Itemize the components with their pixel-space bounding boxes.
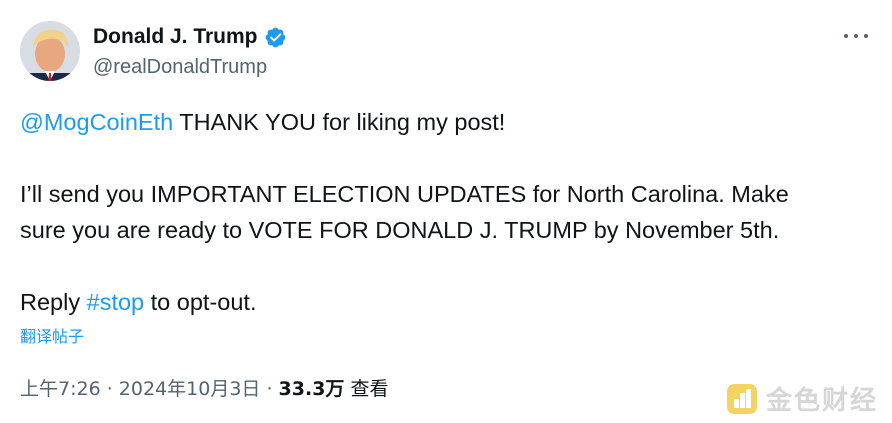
tweet-line-4-suffix: to opt-out. [144, 289, 257, 315]
translate-post-link[interactable]: 翻译帖子 [20, 326, 84, 348]
more-dot [854, 34, 858, 38]
author-handle[interactable]: @realDonaldTrump [93, 54, 287, 80]
verified-badge-icon [265, 27, 285, 47]
more-dot [864, 34, 868, 38]
avatar[interactable] [20, 21, 80, 81]
tweet-line-4-prefix: Reply [20, 289, 87, 315]
tweet-text: @MogCoinEth THANK YOU for liking my post… [20, 104, 870, 320]
watermark: 金色财经 [726, 380, 878, 417]
watermark-logo-icon [726, 383, 757, 414]
author-info: Donald J. Trump @realDonaldTrump [93, 24, 287, 80]
tweet-line-3: sure you are ready to VOTE FOR DONALD J.… [20, 217, 780, 243]
tweet-card: Donald J. Trump @realDonaldTrump @MogCoi… [0, 0, 892, 423]
hashtag-link[interactable]: #stop [87, 289, 145, 315]
tweet-line-4: Reply #stop to opt-out. [20, 284, 870, 320]
post-date[interactable]: 2024年10月3日 [119, 378, 261, 400]
tweet-line-1-text: THANK YOU for liking my post! [173, 109, 506, 135]
mention-link[interactable]: @MogCoinEth [20, 109, 173, 135]
avatar-image [20, 21, 80, 81]
tweet-line-2: I’ll send you IMPORTANT ELECTION UPDATES… [20, 181, 789, 207]
author-display-name[interactable]: Donald J. Trump [93, 24, 258, 50]
tweet-meta: 上午7:26 · 2024年10月3日 · 33.3万 查看 [20, 376, 388, 402]
views-count: 33.3万 [278, 378, 345, 400]
views-label: 查看 [344, 378, 389, 400]
meta-separator: · [100, 378, 119, 400]
meta-separator: · [260, 378, 279, 400]
watermark-text: 金色财经 [765, 386, 878, 416]
tweet-line-1: @MogCoinEth THANK YOU for liking my post… [20, 104, 870, 140]
more-options-icon[interactable] [844, 26, 868, 46]
author-name-row[interactable]: Donald J. Trump [93, 24, 287, 50]
more-dot [844, 34, 848, 38]
post-time[interactable]: 上午7:26 [20, 378, 101, 400]
